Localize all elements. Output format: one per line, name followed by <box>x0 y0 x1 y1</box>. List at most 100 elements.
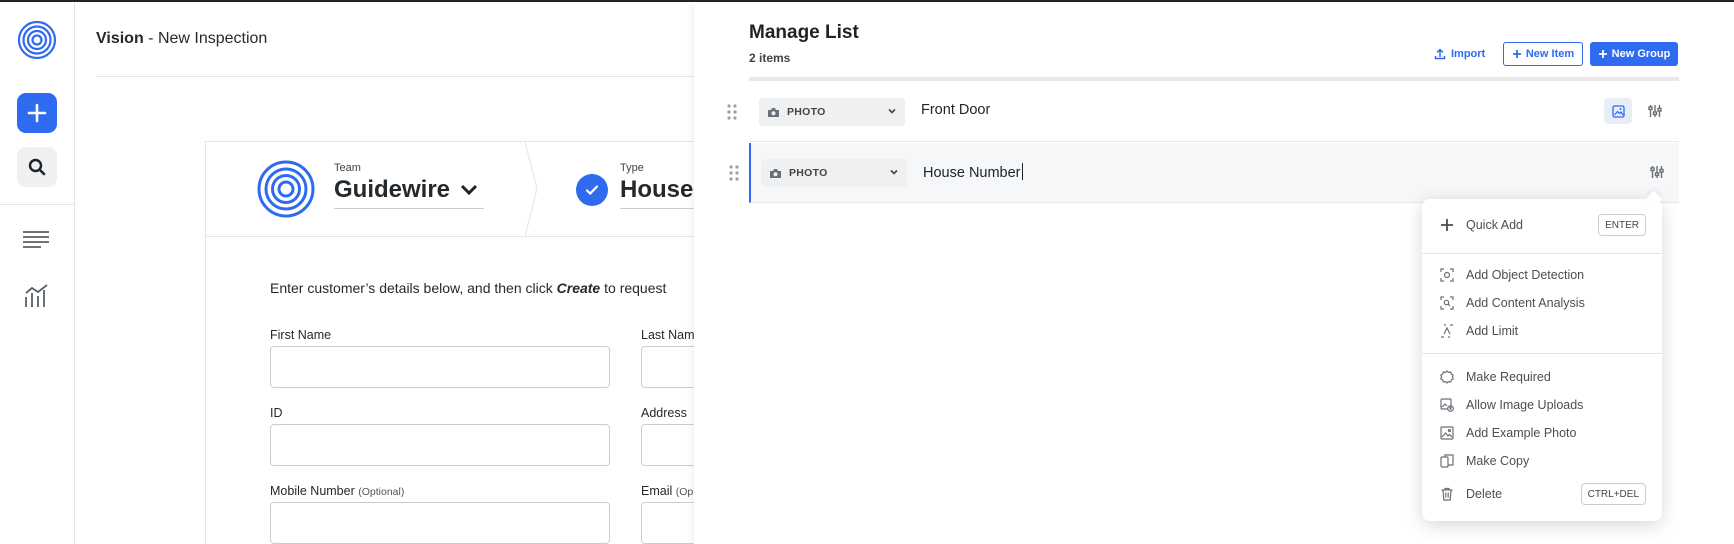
type-select[interactable]: House <box>620 176 693 204</box>
delete-shortcut: CTRL+DEL <box>1580 483 1646 505</box>
item-type-label: PHOTO <box>789 167 828 179</box>
inspection-form-card: Team Guidewire Type House Enter customer… <box>205 141 761 544</box>
plus-icon <box>1598 50 1607 58</box>
address-label: Address <box>641 406 687 420</box>
item-type-select[interactable]: PHOTO <box>761 159 907 187</box>
first-name-field[interactable] <box>270 346 610 388</box>
page-title: Vision - New Inspection <box>96 30 267 48</box>
quick-add-label: Quick Add <box>1466 218 1523 232</box>
email-label-text: Email <box>641 484 673 498</box>
required-icon <box>1440 370 1454 384</box>
limit-icon <box>1440 324 1454 338</box>
item-type-label: PHOTO <box>787 106 826 118</box>
panel-title: Manage List <box>749 22 859 43</box>
menu-allow-image-uploads[interactable]: Allow Image Uploads <box>1422 391 1662 419</box>
email-optional: (Op <box>675 486 694 498</box>
drag-handle-icon[interactable] <box>729 165 739 181</box>
image-icon <box>1611 104 1625 118</box>
menu-add-example-photo[interactable]: Add Example Photo <box>1422 419 1662 447</box>
item-settings-button[interactable] <box>1646 161 1668 183</box>
vision-logo[interactable] <box>17 20 57 60</box>
trash-icon <box>1440 487 1454 501</box>
new-item-button[interactable]: New Item <box>1503 42 1583 66</box>
mobile-field[interactable] <box>270 502 610 544</box>
plus-icon <box>27 103 47 123</box>
top-border <box>0 0 1734 2</box>
id-label: ID <box>270 406 283 420</box>
mobile-optional: (Optional) <box>358 486 405 498</box>
new-item-label: New Item <box>1525 48 1575 60</box>
menu-add-limit[interactable]: Add Limit <box>1422 317 1662 345</box>
item-name-text: House Number <box>923 165 1021 181</box>
item-name-field[interactable]: Front Door <box>921 102 990 118</box>
import-label: Import <box>1451 48 1486 60</box>
chevron-down-icon <box>890 169 898 175</box>
menu-make-copy[interactable]: Make Copy <box>1422 447 1662 475</box>
list-header-bar <box>749 77 1679 81</box>
limit-label: Add Limit <box>1466 324 1519 338</box>
text-caret <box>1021 163 1023 180</box>
page-name: - New Inspection <box>143 30 268 47</box>
menu-add-object-detection[interactable]: Add Object Detection <box>1422 261 1662 289</box>
required-label: Make Required <box>1466 370 1551 384</box>
new-group-button[interactable]: New Group <box>1590 42 1678 66</box>
item-name-field[interactable]: House Number <box>923 163 1023 181</box>
enter-shortcut: ENTER <box>1598 214 1646 236</box>
copy-icon <box>1440 454 1454 468</box>
list-row-active[interactable]: PHOTO House Number <box>729 143 1679 203</box>
left-rail <box>0 2 75 544</box>
example-photo-badge[interactable] <box>1604 98 1632 124</box>
brand-name: Vision <box>96 30 144 47</box>
chevron-down-icon[interactable] <box>460 184 478 196</box>
menu-divider <box>1422 253 1662 254</box>
item-type-select[interactable]: PHOTO <box>759 98 905 126</box>
intro-create: Create <box>556 280 601 296</box>
type-label: Type <box>620 162 644 174</box>
plus-icon <box>1440 218 1454 232</box>
step-divider <box>524 142 538 237</box>
chevron-down-icon <box>888 108 896 114</box>
item-settings-button[interactable] <box>1644 100 1666 122</box>
camera-icon <box>768 107 779 117</box>
drag-handle-icon[interactable] <box>727 104 737 120</box>
mobile-label-text: Mobile Number <box>270 484 355 498</box>
rail-divider <box>0 204 74 205</box>
object-detection-label: Add Object Detection <box>1466 268 1585 282</box>
sliders-icon <box>1650 166 1664 178</box>
sliders-icon <box>1648 105 1662 117</box>
object-detection-icon <box>1440 268 1454 282</box>
list-icon[interactable] <box>22 230 50 248</box>
new-group-label: New Group <box>1611 48 1671 60</box>
image-upload-icon <box>1440 398 1454 412</box>
content-analysis-icon <box>1440 296 1454 310</box>
uploads-label: Allow Image Uploads <box>1466 398 1584 412</box>
list-row[interactable]: PHOTO Front Door <box>727 82 1679 142</box>
intro-pre: Enter customer’s details below, and then… <box>270 280 557 296</box>
search-icon <box>28 158 46 176</box>
content-analysis-label: Add Content Analysis <box>1466 296 1585 310</box>
copy-label: Make Copy <box>1466 454 1530 468</box>
steps-header: Team Guidewire Type House <box>206 142 730 237</box>
email-label: Email (Op <box>641 484 693 498</box>
first-name-label: First Name <box>270 328 332 342</box>
intro-post: to request <box>600 280 667 296</box>
add-inspection-button[interactable] <box>17 93 57 133</box>
menu-add-content-analysis[interactable]: Add Content Analysis <box>1422 289 1662 317</box>
item-count: 2 items <box>749 51 791 65</box>
last-name-label: Last Nam <box>641 328 695 342</box>
upload-icon <box>1434 48 1446 60</box>
search-button[interactable] <box>17 147 57 187</box>
id-field[interactable] <box>270 424 610 466</box>
item-options-menu: Quick Add ENTER Add Object Detection Add… <box>1422 199 1662 521</box>
team-logo <box>257 160 315 218</box>
page-header: Vision - New Inspection <box>96 2 716 77</box>
plus-icon <box>1512 50 1521 58</box>
check-icon <box>576 174 608 206</box>
import-button[interactable]: Import <box>1434 42 1485 66</box>
chart-icon[interactable] <box>24 284 50 308</box>
menu-make-required[interactable]: Make Required <box>1422 363 1662 391</box>
team-select[interactable]: Guidewire <box>334 176 450 204</box>
example-photo-label: Add Example Photo <box>1466 426 1577 440</box>
mobile-label: Mobile Number (Optional) <box>270 484 404 498</box>
camera-icon <box>770 168 781 178</box>
